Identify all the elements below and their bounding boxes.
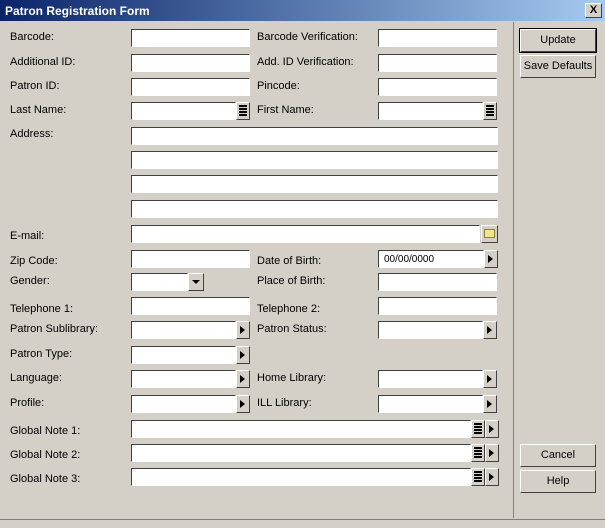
address-line-2[interactable] <box>131 151 498 169</box>
patron-type-input[interactable] <box>131 346 236 364</box>
arrow-right-icon <box>489 425 494 433</box>
zip-code-input[interactable] <box>131 250 250 268</box>
arrow-right-icon <box>240 326 245 334</box>
close-button[interactable]: X <box>585 3 602 18</box>
gender-label: Gender: <box>10 275 50 287</box>
last-name-label: Last Name: <box>10 104 67 116</box>
arrow-right-icon <box>489 473 494 481</box>
profile-label: Profile: <box>10 397 45 409</box>
place-of-birth-input[interactable] <box>378 273 497 291</box>
arrow-right-icon <box>489 449 494 457</box>
cancel-button[interactable]: Cancel <box>520 444 596 467</box>
address-label: Address: <box>10 128 54 140</box>
date-of-birth-button[interactable] <box>484 250 498 268</box>
list-icon <box>474 471 482 483</box>
patron-sublibrary-input[interactable] <box>131 321 236 339</box>
global-note1-input[interactable] <box>131 420 471 438</box>
patron-status-label: Patron Status: <box>257 323 327 335</box>
envelope-icon <box>484 229 495 238</box>
arrow-right-icon <box>240 375 245 383</box>
global-note2-input[interactable] <box>131 444 471 462</box>
home-library-input[interactable] <box>378 370 483 388</box>
gender-dropdown-button[interactable] <box>188 273 204 291</box>
window-title: Patron Registration Form <box>5 4 150 18</box>
address-line-1[interactable] <box>131 127 498 145</box>
last-name-input[interactable] <box>131 102 236 120</box>
first-name-list-button[interactable] <box>483 102 497 120</box>
list-icon <box>486 105 494 117</box>
ill-library-input[interactable] <box>378 395 483 413</box>
home-library-button[interactable] <box>483 370 497 388</box>
patron-type-button[interactable] <box>236 346 250 364</box>
home-library-label: Home Library: <box>257 372 327 384</box>
zip-code-label: Zip Code: <box>10 255 58 267</box>
place-of-birth-label: Place of Birth: <box>257 275 326 287</box>
last-name-list-button[interactable] <box>236 102 250 120</box>
arrow-right-icon <box>487 326 492 334</box>
list-icon <box>474 423 482 435</box>
patron-status-button[interactable] <box>483 321 497 339</box>
patron-type-label: Patron Type: <box>10 348 73 360</box>
list-icon <box>239 105 247 117</box>
title-bar: Patron Registration Form X <box>0 0 605 21</box>
add-id-verification-label: Add. ID Verification: <box>257 56 354 68</box>
language-input[interactable] <box>131 370 236 388</box>
save-defaults-button[interactable]: Save Defaults <box>520 55 596 78</box>
arrow-right-icon <box>487 375 492 383</box>
add-id-verification-input[interactable] <box>378 54 497 72</box>
language-button[interactable] <box>236 370 250 388</box>
barcode-input[interactable] <box>131 29 250 47</box>
address-line-4[interactable] <box>131 200 498 218</box>
arrow-right-icon <box>240 351 245 359</box>
profile-input[interactable] <box>131 395 236 413</box>
global-note3-label: Global Note 3: <box>10 473 81 485</box>
global-note2-label: Global Note 2: <box>10 449 81 461</box>
telephone2-input[interactable] <box>378 297 497 315</box>
barcode-label: Barcode: <box>10 31 55 43</box>
arrow-right-icon <box>487 400 492 408</box>
date-of-birth-label: Date of Birth: <box>257 255 322 267</box>
first-name-input[interactable] <box>378 102 483 120</box>
ill-library-button[interactable] <box>483 395 497 413</box>
gender-select[interactable] <box>131 273 188 291</box>
patron-sublibrary-button[interactable] <box>236 321 250 339</box>
date-of-birth-input[interactable]: 00/00/0000 <box>378 250 484 268</box>
profile-button[interactable] <box>236 395 250 413</box>
email-send-button[interactable] <box>481 225 498 243</box>
global-note3-list-button[interactable] <box>471 468 485 486</box>
barcode-verification-label: Barcode Verification: <box>257 31 358 43</box>
global-note1-label: Global Note 1: <box>10 425 81 437</box>
barcode-verification-input[interactable] <box>378 29 497 47</box>
global-note2-arrow-button[interactable] <box>485 444 499 462</box>
patron-status-input[interactable] <box>378 321 483 339</box>
additional-id-input[interactable] <box>131 54 250 72</box>
arrow-right-icon <box>488 255 493 263</box>
chevron-down-icon <box>192 280 200 284</box>
additional-id-label: Additional ID: <box>10 56 76 68</box>
ill-library-label: ILL Library: <box>257 397 312 409</box>
pincode-label: Pincode: <box>257 80 300 92</box>
first-name-label: First Name: <box>257 104 314 116</box>
date-of-birth-value: 00/00/0000 <box>384 254 435 265</box>
language-label: Language: <box>10 372 62 384</box>
address-line-3[interactable] <box>131 175 498 193</box>
telephone2-label: Telephone 2: <box>257 303 320 315</box>
global-note1-list-button[interactable] <box>471 420 485 438</box>
email-input[interactable] <box>131 225 480 243</box>
patron-id-label: Patron ID: <box>10 80 60 92</box>
telephone1-label: Telephone 1: <box>10 303 73 315</box>
global-note1-arrow-button[interactable] <box>485 420 499 438</box>
list-icon <box>474 447 482 459</box>
telephone1-input[interactable] <box>131 297 250 315</box>
global-note3-input[interactable] <box>131 468 471 486</box>
pincode-input[interactable] <box>378 78 497 96</box>
email-label: E-mail: <box>10 230 45 242</box>
arrow-right-icon <box>240 400 245 408</box>
help-button[interactable]: Help <box>520 470 596 493</box>
update-button[interactable]: Update <box>519 28 597 53</box>
patron-id-input[interactable] <box>131 78 250 96</box>
patron-sublibrary-label: Patron Sublibrary: <box>10 323 99 335</box>
global-note2-list-button[interactable] <box>471 444 485 462</box>
global-note3-arrow-button[interactable] <box>485 468 499 486</box>
